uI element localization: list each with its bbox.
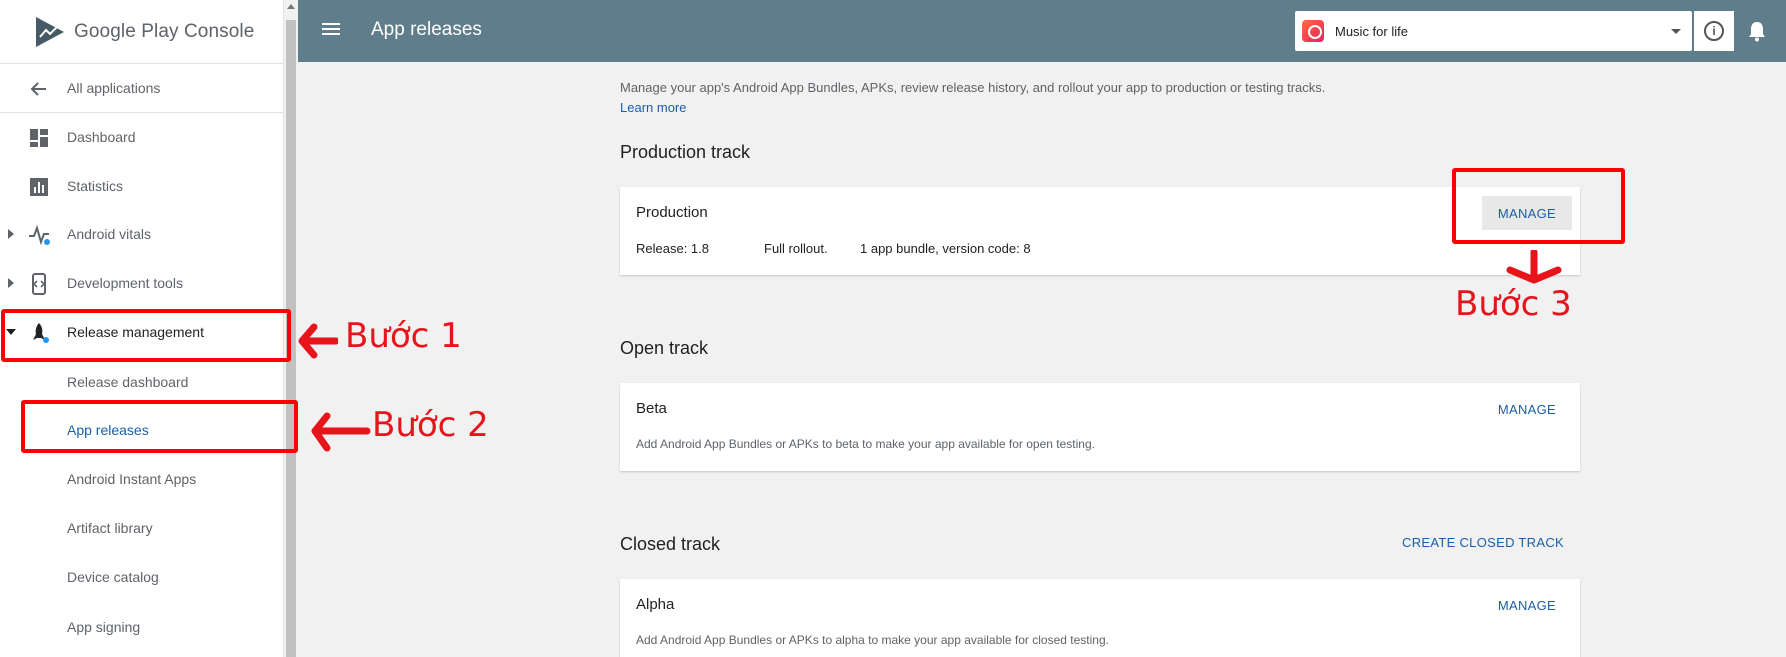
- create-closed-track-button[interactable]: CREATE CLOSED TRACK: [1402, 535, 1564, 550]
- divider: [0, 63, 283, 64]
- arrow-back-icon: [30, 82, 46, 96]
- play-console-logo[interactable]: Google Play Console: [34, 14, 254, 50]
- step1-highlight-box: [1, 309, 291, 362]
- learn-more-link[interactable]: Learn more: [620, 100, 686, 115]
- hamburger-menu-icon[interactable]: [322, 20, 342, 42]
- production-track-card: Production Release: 1.8 Full rollout. 1 …: [620, 187, 1580, 275]
- caret-right-icon: [5, 275, 17, 291]
- sidebar-subitem-app-signing[interactable]: App signing: [0, 607, 283, 647]
- caret-right-icon: [5, 226, 17, 242]
- bar-chart-icon: [30, 178, 48, 196]
- selected-app-name: Music for life: [1335, 24, 1408, 39]
- step2-highlight-box: [21, 400, 298, 453]
- sidebar-item-label: Statistics: [67, 178, 124, 194]
- open-track-card: Beta Add Android App Bundles or APKs to …: [620, 383, 1580, 471]
- sidebar-subitem-label: Release dashboard: [67, 374, 189, 390]
- app-selector-dropdown[interactable]: Music for life: [1295, 11, 1692, 51]
- info-button[interactable]: i: [1694, 11, 1734, 51]
- notifications-bell-icon[interactable]: [1747, 20, 1767, 42]
- track-description: Add Android App Bundles or APKs to beta …: [636, 437, 1095, 451]
- code-tools-icon: [32, 273, 46, 295]
- scroll-up-arrow-icon[interactable]: [287, 4, 295, 9]
- release-version: Release: 1.8: [636, 241, 709, 256]
- beta-manage-button[interactable]: MANAGE: [1482, 392, 1572, 426]
- sidebar-subitem-label: Device catalog: [67, 569, 159, 585]
- alpha-manage-button[interactable]: MANAGE: [1482, 588, 1572, 622]
- sidebar-subitem-release-dashboard[interactable]: Release dashboard: [0, 362, 283, 402]
- vitals-pulse-icon: [29, 224, 50, 246]
- sidebar-subitem-android-instant-apps[interactable]: Android Instant Apps: [0, 459, 283, 499]
- app-logo-icon: [1302, 20, 1324, 42]
- closed-track-heading: Closed track: [620, 534, 721, 554]
- info-icon: i: [1704, 21, 1724, 41]
- sidebar-item-android-vitals[interactable]: Android vitals: [0, 214, 283, 254]
- sidebar-subitem-artifact-library[interactable]: Artifact library: [0, 508, 283, 548]
- sidebar-subitem-label: App signing: [67, 619, 141, 635]
- top-app-bar: App releases Music for life i: [298, 0, 1786, 62]
- step1-label: Bước 1: [345, 316, 462, 356]
- logo-text: Google Play Console: [74, 21, 255, 42]
- dropdown-arrow-icon: [1671, 29, 1681, 34]
- sidebar-item-development-tools[interactable]: Development tools: [0, 263, 283, 303]
- sidebar-item-label: Android vitals: [67, 226, 152, 242]
- closed-track-card: Alpha Add Android App Bundles or APKs to…: [620, 579, 1580, 657]
- rollout-status: Full rollout.: [764, 241, 828, 256]
- sidebar-item-label: Dashboard: [67, 129, 136, 145]
- step1-arrow-icon: [298, 323, 338, 359]
- play-console-logo-icon: [36, 17, 64, 47]
- page-title: App releases: [371, 19, 482, 40]
- production-track-heading: Production track: [620, 142, 751, 162]
- track-name: Beta: [636, 400, 667, 417]
- track-description: Add Android App Bundles or APKs to alpha…: [636, 633, 1109, 647]
- track-name: Production: [636, 204, 708, 221]
- sidebar-subitem-label: Artifact library: [67, 520, 153, 536]
- step3-highlight-box: [1452, 168, 1625, 244]
- all-applications-label: All applications: [67, 80, 161, 96]
- all-applications-link[interactable]: All applications: [0, 68, 283, 108]
- track-name: Alpha: [636, 596, 675, 613]
- step3-label: Bước 3: [1455, 284, 1572, 324]
- sidebar-item-label: Development tools: [67, 275, 183, 291]
- page-description: Manage your app's Android App Bundles, A…: [620, 80, 1326, 95]
- step3-arrow-icon: [1506, 250, 1562, 284]
- open-track-heading: Open track: [620, 338, 709, 358]
- sidebar-subitem-device-catalog[interactable]: Device catalog: [0, 557, 283, 597]
- bundle-info: 1 app bundle, version code: 8: [860, 241, 1031, 256]
- dashboard-icon: [30, 129, 48, 147]
- sidebar-item-statistics[interactable]: Statistics: [0, 166, 283, 206]
- step2-arrow-icon: [311, 412, 371, 452]
- sidebar-item-dashboard[interactable]: Dashboard: [0, 117, 283, 157]
- divider: [0, 112, 283, 113]
- sidebar-subitem-label: Android Instant Apps: [67, 471, 197, 487]
- step2-label: Bước 2: [372, 405, 489, 445]
